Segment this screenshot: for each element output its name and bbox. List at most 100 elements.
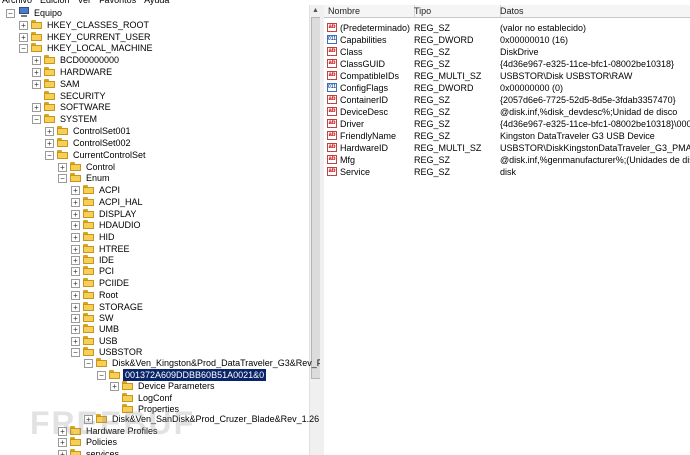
expand-icon[interactable]: + bbox=[71, 210, 80, 219]
tree-node-label[interactable]: SOFTWARE bbox=[58, 101, 113, 113]
tree-node[interactable]: + ACPI_HAL bbox=[0, 196, 308, 208]
value-row[interactable]: ab ContainerID REG_SZ {2057d6e6-7725-52d5-8… bbox=[324, 94, 690, 106]
tree-node[interactable]: + HDAUDIO bbox=[0, 219, 308, 231]
tree-node-label[interactable]: Disk&Ven_Kingston&Prod_DataTraveler_G3&R… bbox=[110, 357, 320, 369]
collapse-icon[interactable]: − bbox=[6, 9, 15, 18]
tree-node[interactable]: + ControlSet001 bbox=[0, 125, 308, 137]
expand-icon[interactable]: + bbox=[71, 291, 80, 300]
tree-node-label[interactable]: ControlSet002 bbox=[71, 137, 133, 149]
tree-node[interactable]: + Root bbox=[0, 289, 308, 301]
tree-node[interactable]: + SOFTWARE bbox=[0, 101, 308, 113]
value-row[interactable]: ab DeviceDesc REG_SZ @disk.inf,%disk_devdes… bbox=[324, 106, 690, 118]
value-row[interactable]: ab Mfg REG_SZ @disk.inf,%genmanufacturer%;(… bbox=[324, 154, 690, 166]
expand-icon[interactable]: + bbox=[58, 163, 67, 172]
collapse-icon[interactable]: − bbox=[45, 151, 54, 160]
value-row[interactable]: ab (Predeterminado) REG_SZ (valor no establ… bbox=[324, 22, 690, 34]
column-header-name[interactable]: Nombre bbox=[324, 5, 415, 17]
tree-node-label[interactable]: HKEY_LOCAL_MACHINE bbox=[45, 42, 155, 54]
tree-node-label[interactable]: ACPI_HAL bbox=[97, 196, 145, 208]
expand-icon[interactable]: + bbox=[71, 256, 80, 265]
expand-icon[interactable]: + bbox=[32, 80, 41, 89]
expand-icon[interactable]: + bbox=[71, 198, 80, 207]
tree-node-label[interactable]: HARDWARE bbox=[58, 66, 114, 78]
collapse-icon[interactable]: − bbox=[58, 174, 67, 183]
tree-node[interactable]: − HKEY_LOCAL_MACHINE bbox=[0, 42, 308, 54]
value-row[interactable]: ab ClassGUID REG_SZ {4d36e967-e325-11ce-bfc… bbox=[324, 58, 690, 70]
tree-node-label[interactable]: services bbox=[84, 448, 121, 455]
collapse-icon[interactable]: − bbox=[97, 371, 106, 380]
expand-icon[interactable]: + bbox=[71, 303, 80, 312]
tree-node[interactable]: + ACPI bbox=[0, 184, 308, 196]
expand-icon[interactable]: + bbox=[19, 21, 28, 30]
tree-node-label[interactable]: CurrentControlSet bbox=[71, 149, 148, 161]
expand-icon[interactable]: + bbox=[45, 127, 54, 136]
expand-icon[interactable]: + bbox=[71, 279, 80, 288]
tree-node[interactable]: + HID bbox=[0, 231, 308, 243]
tree-node-label[interactable]: HDAUDIO bbox=[97, 219, 143, 231]
collapse-icon[interactable]: − bbox=[32, 115, 41, 124]
tree-node-label[interactable]: BCD00000000 bbox=[58, 54, 121, 66]
expand-icon[interactable]: + bbox=[71, 314, 80, 323]
tree-node[interactable]: − Equipo bbox=[0, 7, 308, 19]
value-row[interactable]: 011 Capabilities REG_DWORD 0x00000010 (16) bbox=[324, 34, 690, 46]
collapse-icon[interactable]: − bbox=[19, 44, 28, 53]
expand-icon[interactable]: + bbox=[32, 56, 41, 65]
tree-node[interactable]: + HKEY_CLASSES_ROOT bbox=[0, 19, 308, 31]
value-row[interactable]: 011 ConfigFlags REG_DWORD 0x00000000 (0) bbox=[324, 82, 690, 94]
expand-icon[interactable]: + bbox=[71, 186, 80, 195]
column-header-type[interactable]: Tipo bbox=[410, 5, 501, 17]
column-header-data[interactable]: Datos bbox=[496, 5, 690, 17]
tree-node[interactable]: − Enum bbox=[0, 172, 308, 184]
tree-node[interactable]: + UMB bbox=[0, 323, 308, 335]
tree-node[interactable]: + PCI bbox=[0, 265, 308, 277]
tree-node[interactable]: − SYSTEM bbox=[0, 113, 308, 125]
registry-tree-pane[interactable]: ▲ − Equipo + HKEY_CLASSES_ROOT + HKEY_CURRENT… bbox=[0, 5, 321, 455]
value-name: CompatibleIDs bbox=[340, 71, 400, 81]
tree-node[interactable]: + SAM bbox=[0, 78, 308, 90]
tree-node-label[interactable]: PCI bbox=[97, 265, 116, 277]
tree-node[interactable]: + Device Parameters bbox=[0, 380, 308, 392]
registry-values-pane[interactable]: Nombre Tipo Datos ab (Predeterminado) REG_… bbox=[324, 5, 690, 455]
tree-node-label[interactable]: SYSTEM bbox=[58, 113, 99, 125]
value-row[interactable]: ab Class REG_SZ DiskDrive bbox=[324, 46, 690, 58]
tree-node-label[interactable]: Root bbox=[97, 289, 120, 301]
tree-node-label[interactable]: Enum bbox=[84, 172, 112, 184]
value-name: Driver bbox=[340, 119, 364, 129]
tree-node-label[interactable]: Equipo bbox=[32, 7, 64, 19]
expand-icon[interactable]: + bbox=[71, 267, 80, 276]
tree-node[interactable]: − CurrentControlSet bbox=[0, 149, 308, 161]
tree-node[interactable]: + PCIIDE bbox=[0, 277, 308, 289]
tree-node-label[interactable]: HID bbox=[97, 231, 117, 243]
tree-node-label[interactable]: HKEY_CLASSES_ROOT bbox=[45, 19, 151, 31]
expand-icon[interactable]: + bbox=[110, 382, 119, 391]
expand-icon[interactable]: + bbox=[71, 337, 80, 346]
expand-icon[interactable]: + bbox=[32, 103, 41, 112]
tree-node-label[interactable]: ControlSet001 bbox=[71, 125, 133, 137]
expand-icon[interactable]: + bbox=[45, 139, 54, 148]
expand-icon[interactable]: + bbox=[32, 68, 41, 77]
expand-icon[interactable]: + bbox=[19, 33, 28, 42]
tree-node-label[interactable]: ACPI bbox=[97, 184, 122, 196]
value-row[interactable]: ab FriendlyName REG_SZ Kingston DataTravele… bbox=[324, 130, 690, 142]
expand-icon[interactable]: + bbox=[71, 221, 80, 230]
value-row[interactable]: ab CompatibleIDs REG_MULTI_SZ USBSTOR\Disk … bbox=[324, 70, 690, 82]
expand-icon[interactable]: + bbox=[58, 450, 67, 455]
collapse-icon[interactable]: − bbox=[71, 348, 80, 357]
tree-node[interactable]: + ControlSet002 bbox=[0, 137, 308, 149]
tree-node[interactable]: + services bbox=[0, 448, 308, 455]
expand-icon[interactable]: + bbox=[71, 325, 80, 334]
value-row[interactable]: ab HardwareID REG_MULTI_SZ USBSTOR\DiskKing… bbox=[324, 142, 690, 154]
tree-node-label[interactable]: UMB bbox=[97, 323, 121, 335]
tree-node-label[interactable]: Device Parameters bbox=[136, 380, 217, 392]
folder-icon bbox=[96, 358, 107, 367]
value-row[interactable]: ab Service REG_SZ disk bbox=[324, 166, 690, 178]
tree-node[interactable]: + HARDWARE bbox=[0, 66, 308, 78]
expand-icon[interactable]: + bbox=[71, 245, 80, 254]
tree-node[interactable]: − Disk&Ven_Kingston&Prod_DataTraveler_G3&… bbox=[0, 357, 320, 369]
tree-node[interactable]: + BCD00000000 bbox=[0, 54, 308, 66]
value-row[interactable]: ab Driver REG_SZ {4d36e967-e325-11ce-bfc1-0… bbox=[324, 118, 690, 130]
tree-node-label[interactable]: SAM bbox=[58, 78, 82, 90]
collapse-icon[interactable]: − bbox=[84, 359, 93, 368]
tree-node-label[interactable]: PCIIDE bbox=[97, 277, 131, 289]
expand-icon[interactable]: + bbox=[71, 233, 80, 242]
